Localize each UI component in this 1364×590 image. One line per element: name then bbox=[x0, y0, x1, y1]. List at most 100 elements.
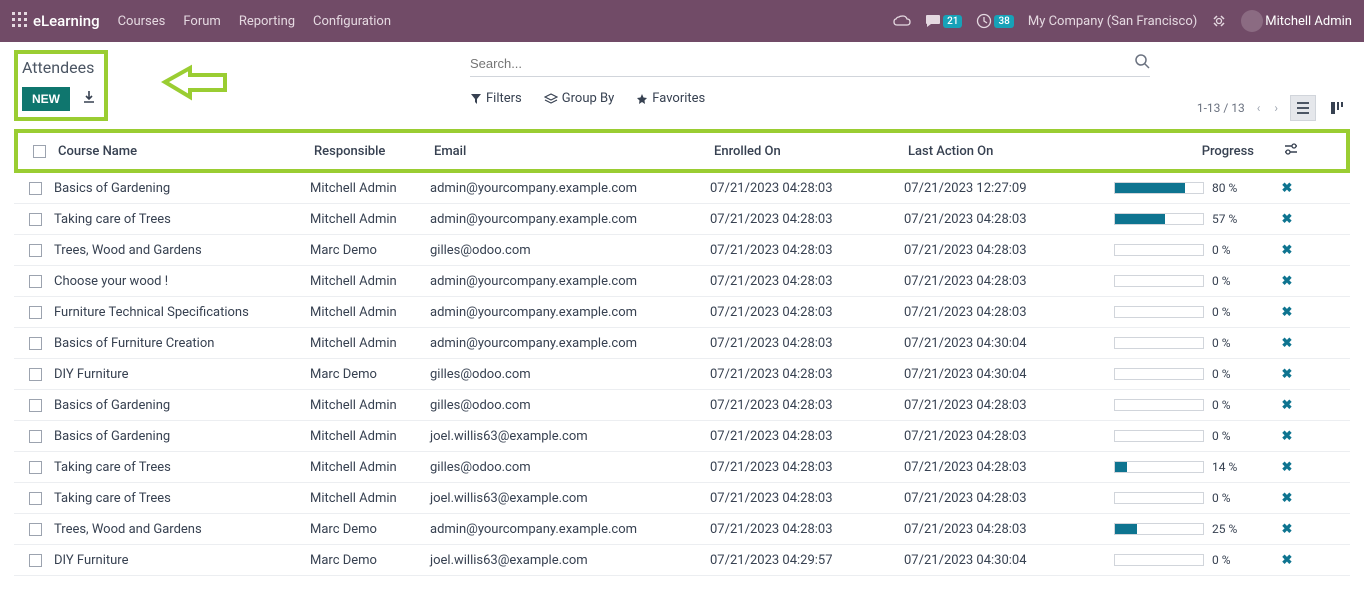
cell-lastaction: 07/21/2023 04:28:03 bbox=[904, 522, 1098, 537]
favorites-label: Favorites bbox=[652, 91, 705, 106]
row-checkbox[interactable] bbox=[29, 523, 42, 536]
apps-menu[interactable]: eLearning bbox=[12, 12, 100, 31]
delete-icon[interactable]: ✖ bbox=[1282, 336, 1293, 351]
table-row[interactable]: Furniture Technical SpecificationsMitche… bbox=[14, 297, 1350, 328]
delete-icon[interactable]: ✖ bbox=[1282, 181, 1293, 196]
table-row[interactable]: Taking care of TreesMitchell Admingilles… bbox=[14, 452, 1350, 483]
chat-icon[interactable]: 21 bbox=[925, 14, 962, 28]
delete-icon[interactable]: ✖ bbox=[1282, 398, 1293, 413]
delete-icon[interactable]: ✖ bbox=[1282, 212, 1293, 227]
kanban-view-button[interactable] bbox=[1324, 95, 1350, 121]
table-row[interactable]: Basics of GardeningMitchell Adminjoel.wi… bbox=[14, 421, 1350, 452]
col-lastaction[interactable]: Last Action On bbox=[908, 144, 1102, 159]
cell-email: gilles@odoo.com bbox=[430, 367, 710, 382]
delete-icon[interactable]: ✖ bbox=[1282, 243, 1293, 258]
cell-lastaction: 07/21/2023 12:27:09 bbox=[904, 181, 1098, 196]
select-all-checkbox[interactable] bbox=[33, 145, 46, 158]
new-button[interactable]: NEW bbox=[22, 87, 70, 111]
row-checkbox[interactable] bbox=[29, 275, 42, 288]
pager-prev[interactable]: ‹ bbox=[1255, 101, 1263, 115]
download-icon[interactable] bbox=[82, 90, 96, 108]
company-switcher[interactable]: My Company (San Francisco) bbox=[1028, 14, 1197, 29]
debug-icon[interactable] bbox=[1211, 13, 1227, 29]
col-progress[interactable]: Progress bbox=[1102, 144, 1272, 159]
groupby-button[interactable]: Group By bbox=[544, 91, 615, 106]
search-input[interactable] bbox=[470, 56, 1134, 71]
nav-configuration[interactable]: Configuration bbox=[313, 14, 391, 29]
topbar-right: 21 38 My Company (San Francisco) Mitchel… bbox=[893, 10, 1352, 32]
cell-enrolled: 07/21/2023 04:28:03 bbox=[710, 460, 904, 475]
breadcrumb-panel: Attendees NEW bbox=[14, 50, 108, 121]
cloud-icon[interactable] bbox=[893, 14, 911, 28]
delete-icon[interactable]: ✖ bbox=[1282, 460, 1293, 475]
row-checkbox[interactable] bbox=[29, 368, 42, 381]
delete-icon[interactable]: ✖ bbox=[1282, 305, 1293, 320]
table-row[interactable]: Choose your wood !Mitchell Adminadmin@yo… bbox=[14, 266, 1350, 297]
row-checkbox[interactable] bbox=[29, 554, 42, 567]
cell-lastaction: 07/21/2023 04:30:04 bbox=[904, 553, 1098, 568]
cell-enrolled: 07/21/2023 04:28:03 bbox=[710, 274, 904, 289]
table-row[interactable]: DIY FurnitureMarc Demojoel.willis63@exam… bbox=[14, 545, 1350, 576]
delete-icon[interactable]: ✖ bbox=[1282, 491, 1293, 506]
progress-bar bbox=[1114, 554, 1204, 566]
cell-email: admin@yourcompany.example.com bbox=[430, 522, 710, 537]
progress-bar bbox=[1114, 523, 1204, 535]
pager: 1-13 / 13 ‹ › bbox=[1197, 95, 1350, 121]
table-row[interactable]: Taking care of TreesMitchell Adminadmin@… bbox=[14, 204, 1350, 235]
list-view-button[interactable] bbox=[1290, 95, 1316, 121]
table-row[interactable]: DIY FurnitureMarc Demogilles@odoo.com07/… bbox=[14, 359, 1350, 390]
page-title: Attendees bbox=[22, 58, 96, 77]
favorites-button[interactable]: Favorites bbox=[636, 91, 705, 106]
col-responsible[interactable]: Responsible bbox=[314, 144, 434, 159]
row-checkbox[interactable] bbox=[29, 399, 42, 412]
cell-responsible: Marc Demo bbox=[310, 553, 430, 568]
table-row[interactable]: Taking care of TreesMitchell Adminjoel.w… bbox=[14, 483, 1350, 514]
filters-button[interactable]: Filters bbox=[470, 91, 522, 106]
delete-icon[interactable]: ✖ bbox=[1282, 522, 1293, 537]
activity-icon[interactable]: 38 bbox=[976, 13, 1013, 29]
row-checkbox[interactable] bbox=[29, 182, 42, 195]
cell-course: DIY Furniture bbox=[50, 367, 310, 382]
delete-icon[interactable]: ✖ bbox=[1282, 274, 1293, 289]
cell-progress: 0 % bbox=[1098, 336, 1268, 350]
col-settings-icon[interactable] bbox=[1272, 142, 1310, 160]
progress-bar bbox=[1114, 182, 1204, 194]
row-checkbox[interactable] bbox=[29, 461, 42, 474]
search-box[interactable] bbox=[470, 50, 1150, 77]
delete-icon[interactable]: ✖ bbox=[1282, 429, 1293, 444]
row-checkbox[interactable] bbox=[29, 492, 42, 505]
nav-forum[interactable]: Forum bbox=[183, 14, 220, 29]
table-row[interactable]: Trees, Wood and GardensMarc Demogilles@o… bbox=[14, 235, 1350, 266]
table-row[interactable]: Basics of GardeningMitchell Adminadmin@y… bbox=[14, 173, 1350, 204]
row-checkbox[interactable] bbox=[29, 430, 42, 443]
nav-reporting[interactable]: Reporting bbox=[239, 14, 295, 29]
cell-lastaction: 07/21/2023 04:28:03 bbox=[904, 305, 1098, 320]
pager-next[interactable]: › bbox=[1272, 101, 1280, 115]
cell-enrolled: 07/21/2023 04:28:03 bbox=[710, 336, 904, 351]
cell-progress: 57 % bbox=[1098, 212, 1268, 226]
cell-email: joel.willis63@example.com bbox=[430, 429, 710, 444]
nav-courses[interactable]: Courses bbox=[118, 14, 166, 29]
cell-email: joel.willis63@example.com bbox=[430, 491, 710, 506]
progress-text: 0 % bbox=[1212, 553, 1250, 567]
col-enrolled[interactable]: Enrolled On bbox=[714, 144, 908, 159]
cell-enrolled: 07/21/2023 04:28:03 bbox=[710, 181, 904, 196]
col-course[interactable]: Course Name bbox=[54, 144, 314, 159]
delete-icon[interactable]: ✖ bbox=[1282, 553, 1293, 568]
user-menu[interactable]: Mitchell Admin bbox=[1241, 10, 1352, 32]
table-row[interactable]: Basics of GardeningMitchell Admingilles@… bbox=[14, 390, 1350, 421]
row-checkbox[interactable] bbox=[29, 337, 42, 350]
table-row[interactable]: Trees, Wood and GardensMarc Demoadmin@yo… bbox=[14, 514, 1350, 545]
table-row[interactable]: Basics of Furniture CreationMitchell Adm… bbox=[14, 328, 1350, 359]
row-checkbox[interactable] bbox=[29, 213, 42, 226]
cell-lastaction: 07/21/2023 04:28:03 bbox=[904, 398, 1098, 413]
search-icon[interactable] bbox=[1134, 53, 1150, 73]
progress-bar bbox=[1114, 492, 1204, 504]
col-email[interactable]: Email bbox=[434, 144, 714, 159]
delete-icon[interactable]: ✖ bbox=[1282, 367, 1293, 382]
cell-responsible: Mitchell Admin bbox=[310, 181, 430, 196]
row-checkbox[interactable] bbox=[29, 306, 42, 319]
row-checkbox[interactable] bbox=[29, 244, 42, 257]
progress-text: 0 % bbox=[1212, 243, 1250, 257]
progress-bar bbox=[1114, 399, 1204, 411]
